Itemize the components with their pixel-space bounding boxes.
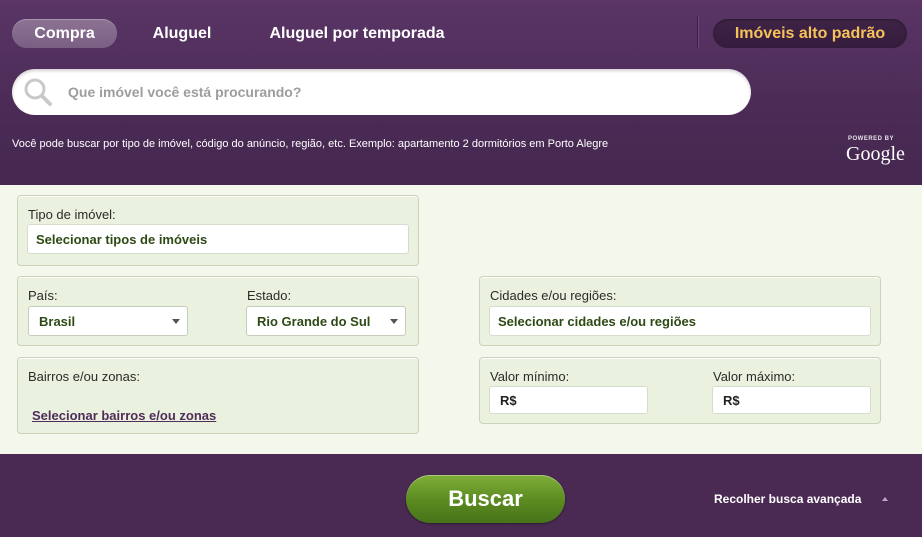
valor-maximo-label: Valor máximo:: [713, 369, 796, 384]
pais-select-value: Brasil: [39, 314, 76, 329]
google-logo: Google: [846, 143, 905, 165]
bairros-link[interactable]: Selecionar bairros e/ou zonas: [32, 408, 216, 423]
valor-maximo-input[interactable]: R$: [712, 386, 871, 414]
search-header: Compra Aluguel Aluguel por temporada Imó…: [0, 0, 922, 185]
tab-imoveis-alto-padrao[interactable]: Imóveis alto padrão: [713, 19, 907, 48]
estado-select-value: Rio Grande do Sul: [257, 314, 371, 329]
pais-select[interactable]: Brasil: [28, 306, 188, 336]
chevron-down-icon: [390, 319, 398, 324]
tab-divider: [697, 16, 698, 48]
pais-label: País:: [28, 288, 58, 303]
search-hint: Você pode buscar por tipo de imóvel, cód…: [12, 138, 609, 150]
search-input[interactable]: [68, 69, 728, 115]
tab-aluguel-temporada[interactable]: Aluguel por temporada: [252, 19, 462, 48]
arrow-up-icon: [882, 497, 888, 501]
search-icon: [21, 76, 55, 108]
cidades-field[interactable]: Selecionar cidades e/ou regiões: [489, 306, 871, 336]
tab-aluguel[interactable]: Aluguel: [136, 19, 228, 48]
cidades-label: Cidades e/ou regiões:: [490, 288, 617, 303]
search-bar: [12, 69, 751, 115]
tipo-imovel-field[interactable]: Selecionar tipos de imóveis: [27, 224, 409, 254]
estado-select[interactable]: Rio Grande do Sul: [246, 306, 406, 336]
powered-by-label: POWERED BY: [848, 136, 895, 142]
valor-minimo-input[interactable]: R$: [489, 386, 648, 414]
valor-minimo-label: Valor mínimo:: [490, 369, 570, 384]
buscar-button[interactable]: Buscar: [406, 475, 565, 523]
tab-compra[interactable]: Compra: [12, 19, 117, 48]
tipo-imovel-label: Tipo de imóvel:: [28, 207, 116, 222]
bairros-label: Bairros e/ou zonas:: [28, 369, 141, 384]
recolher-busca-link[interactable]: Recolher busca avançada: [714, 492, 861, 506]
estado-label: Estado:: [247, 288, 292, 303]
chevron-down-icon: [172, 319, 180, 324]
